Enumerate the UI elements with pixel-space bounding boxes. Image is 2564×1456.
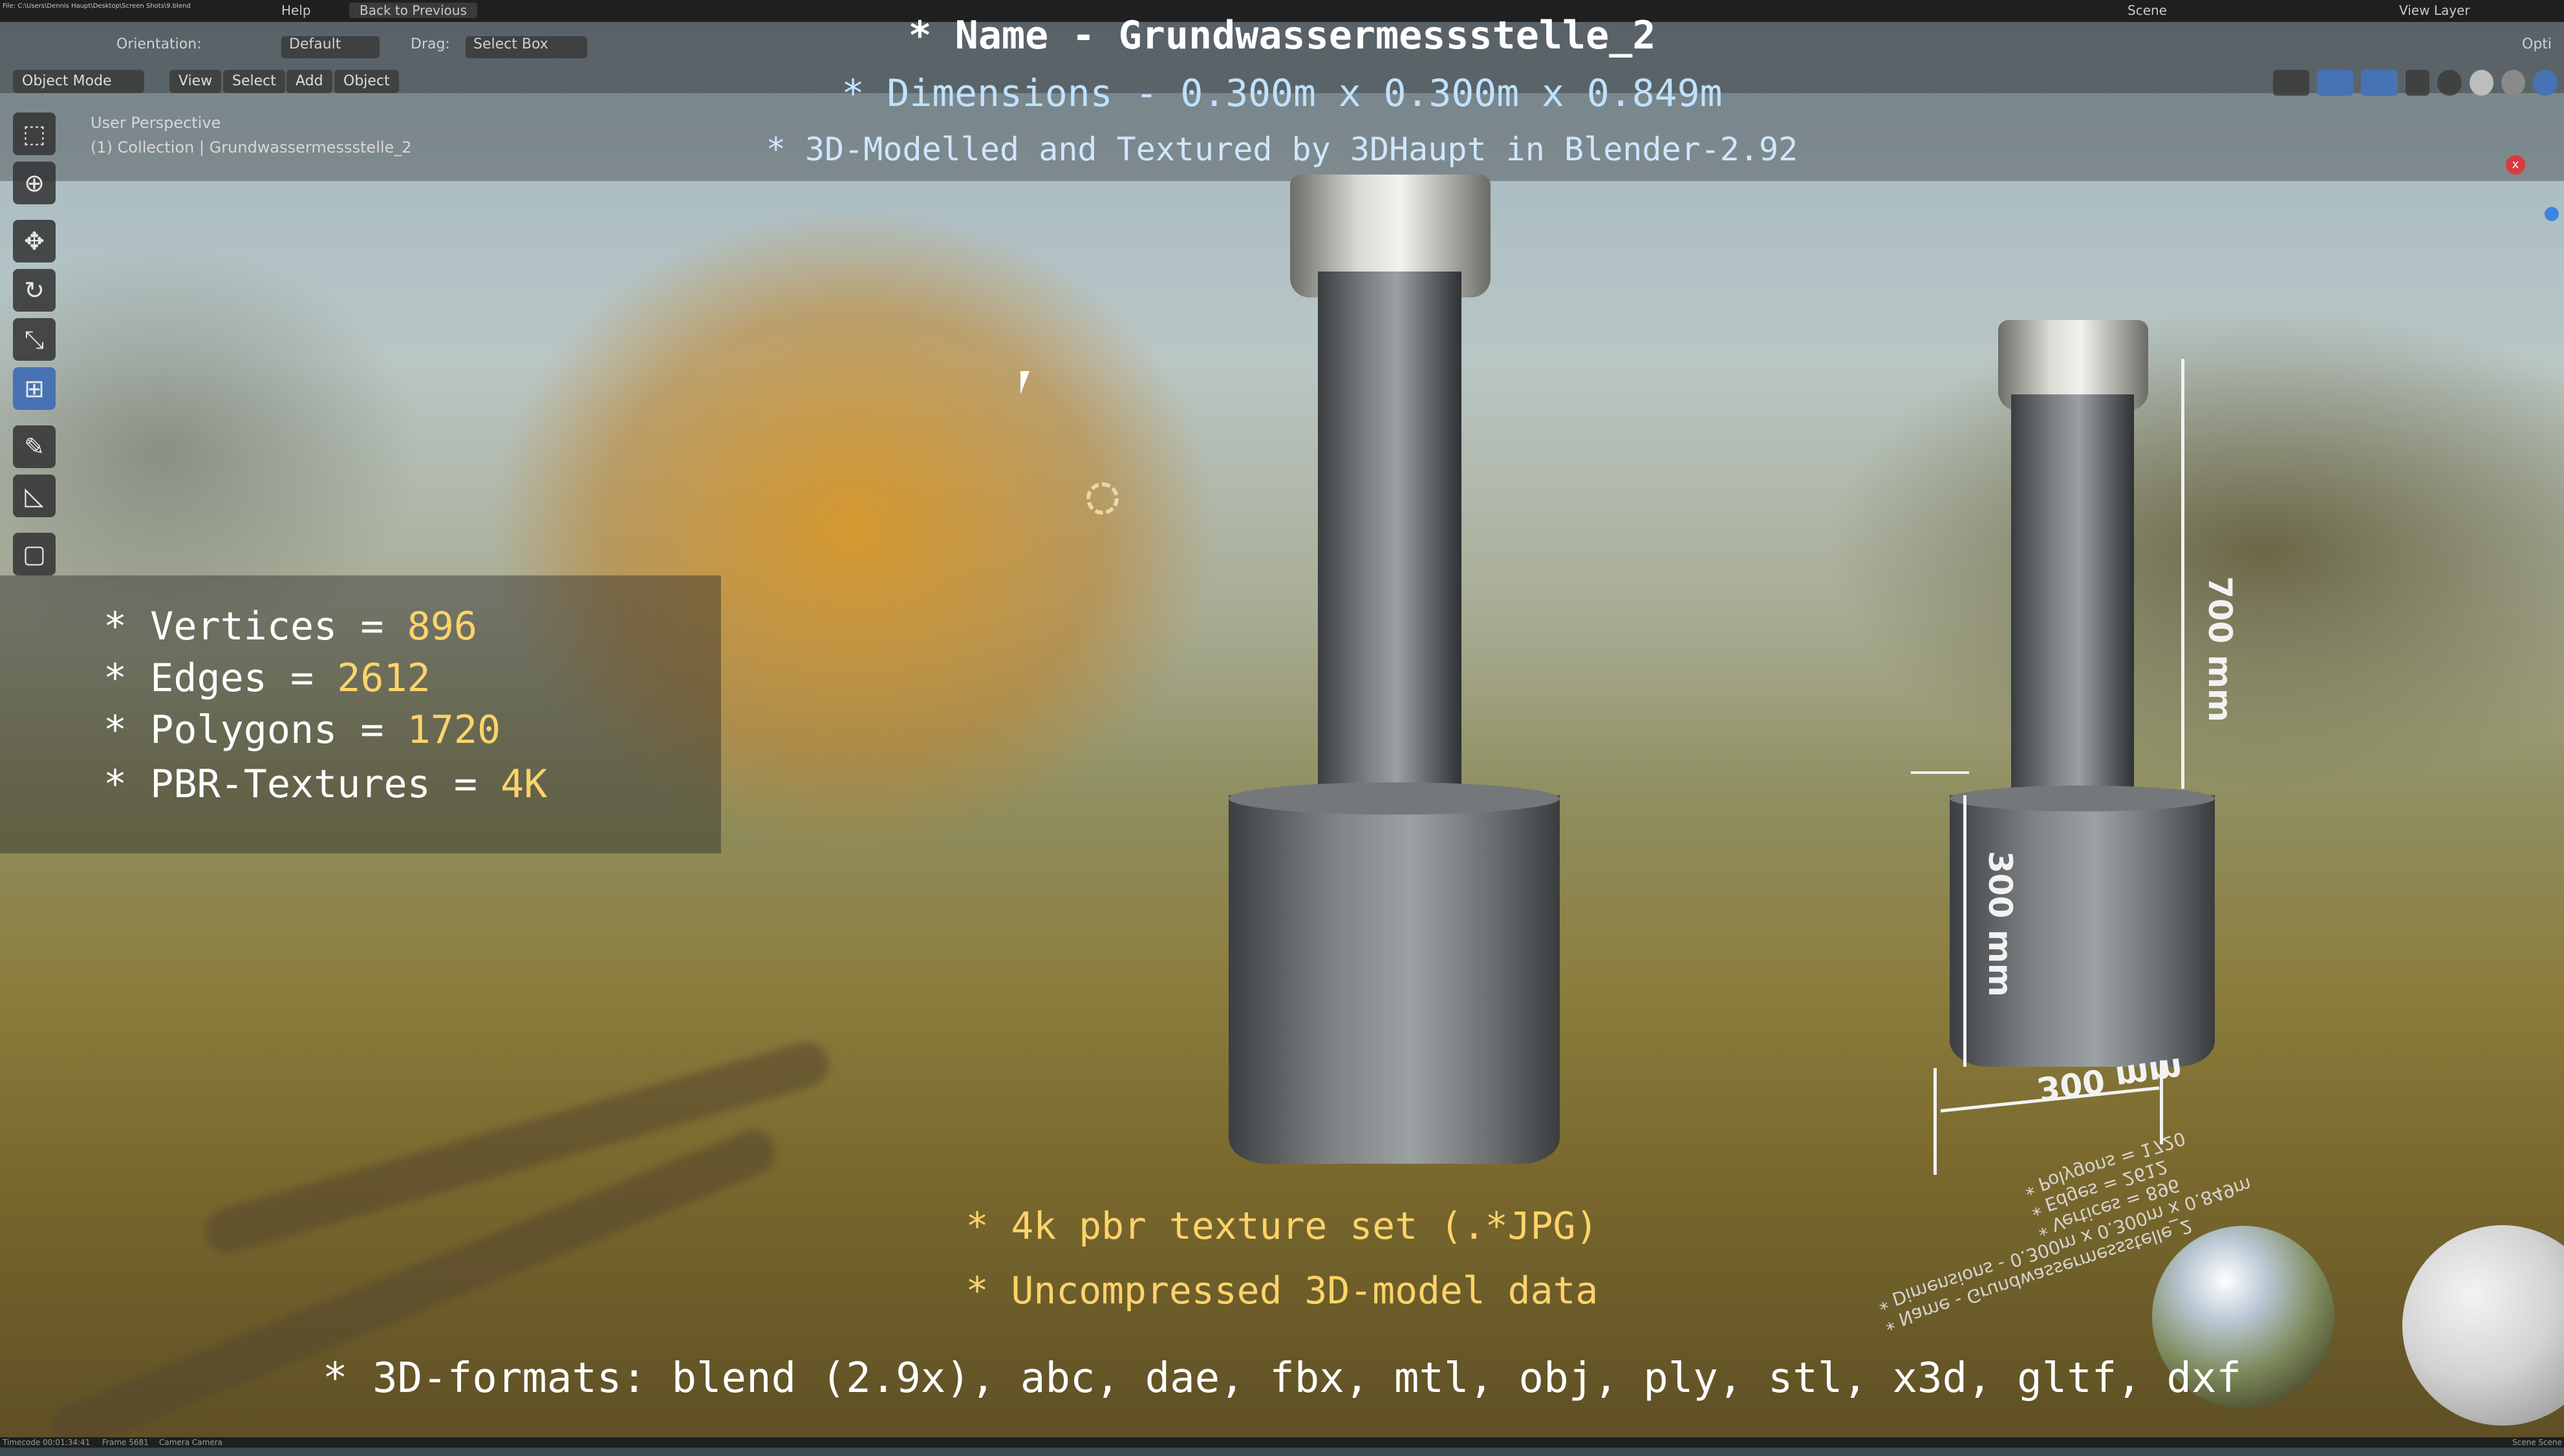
move-tool-icon[interactable]: ✥ [13,220,56,262]
axis-z-icon[interactable] [2545,207,2559,221]
model-main-base[interactable] [1229,795,1560,1164]
model-main-base-top [1229,782,1560,815]
rotate-tool-icon[interactable]: ↻ [13,269,56,312]
stat-polygons-value: 1720 [407,707,501,753]
scale-tool-icon[interactable]: ⤡ [13,318,56,361]
axis-x-icon[interactable]: x [2506,155,2525,175]
cursor-tool-icon[interactable]: ⊕ [13,162,56,204]
model-data-note: * Uncompressed 3D-model data [965,1269,1599,1312]
rendered-shading-icon[interactable] [2533,70,2558,96]
stat-edges-value: 2612 [337,656,431,701]
overlay-toggle-icon[interactable] [2361,70,2398,96]
texture-set-note: * 4k pbr texture set (.*JPG) [965,1204,1599,1248]
stat-textures: * PBR-Textures = 4K [103,762,548,807]
viewport-collection-label: (1) Collection | Grundwassermessstelle_2 [91,138,412,156]
dimension-line-tick-left [1934,1068,1937,1175]
select-tool-icon[interactable]: ⬚ [13,112,56,155]
mouse-pointer-icon [1020,371,1029,394]
material-shading-icon[interactable] [2501,70,2526,96]
file-info: File: C:\Users\Dennis Haupt\Desktop\Scre… [3,3,191,10]
formats-note: * 3D-formats: blend (2.9x), abc, dae, fb… [323,1354,2241,1402]
viewport-shading-controls [2273,70,2558,96]
status-frame: Frame 5681 [102,1438,149,1447]
status-bar: Timecode 00:01:34:41 Frame 5681 Camera C… [0,1437,2564,1448]
dimension-line-vertical-lower [1963,795,1966,1067]
status-scene: Scene Scene [2512,1438,2562,1447]
model-name: * Name - Grundwassermessstelle_2 [908,13,1656,58]
visibility-icon[interactable] [2273,70,2310,96]
status-camera: Camera Camera [159,1438,222,1447]
status-timecode: Timecode 00:01:34:41 [3,1438,91,1447]
annotate-tool-icon[interactable]: ✎ [13,425,56,468]
dimension-label-upper: 700 mm [2201,576,2239,722]
stat-textures-value: 4K [501,762,548,807]
dimension-line-vertical-upper [2181,359,2184,789]
add-cube-tool-icon[interactable]: ▢ [13,533,56,575]
stats-panel: * Vertices = 896 * Edges = 2612 * Polygo… [0,575,721,853]
xray-toggle-icon[interactable] [2405,70,2430,96]
stat-vertices: * Vertices = 896 [103,604,477,649]
gizmo-toggle-icon[interactable] [2317,70,2354,96]
dimension-label-lower: 300 mm [1981,851,2019,997]
stat-polygons: * Polygons = 1720 [103,707,501,753]
model-main-tube[interactable] [1318,272,1461,802]
model-dim-base-top [1950,786,2215,811]
stat-vertices-value: 896 [407,604,477,649]
transform-tool-icon[interactable]: ⊞ [13,367,56,410]
model-dim-tube[interactable] [2011,394,2134,802]
viewport-perspective-label: User Perspective [91,114,221,132]
stat-edges: * Edges = 2612 [103,656,431,701]
model-dimensions: * Dimensions - 0.300m x 0.300m x 0.849m [841,71,1723,115]
measure-tool-icon[interactable]: ◺ [13,475,56,517]
dimension-line-tick-top [1911,771,1969,774]
3d-cursor-icon[interactable] [1086,482,1119,515]
solid-shading-icon[interactable] [2469,70,2494,96]
wireframe-shading-icon[interactable] [2437,70,2462,96]
navigation-gizmo[interactable]: x [2506,155,2559,221]
